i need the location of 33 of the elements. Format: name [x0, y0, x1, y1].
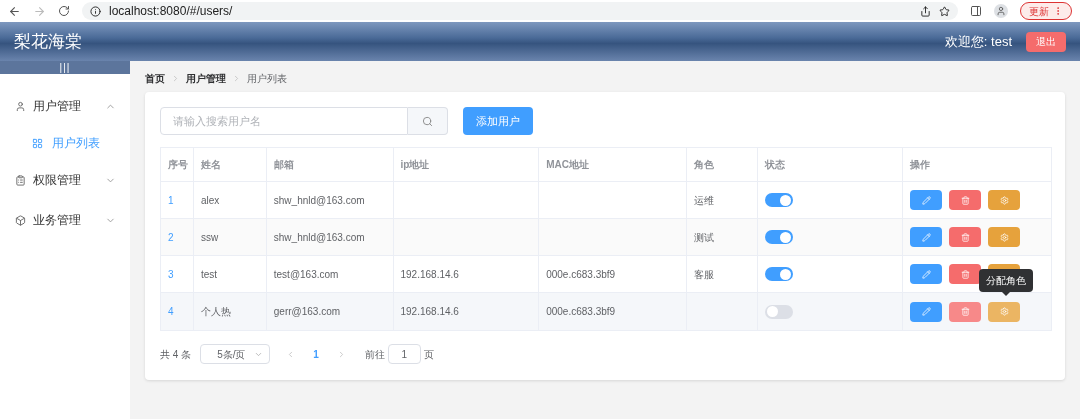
- table-cell-text: 测试: [693, 230, 714, 245]
- table-cell-text: 客服: [693, 267, 714, 282]
- table-cell-text: alex: [200, 193, 220, 208]
- table-cell-text: 个人热: [200, 305, 231, 319]
- welcome-text: 欢迎您: test: [944, 32, 1012, 51]
- table-cell-text: 000e.c683.3bf9: [546, 267, 616, 282]
- table-cell-text: shw_hnld@163.com: [273, 230, 365, 245]
- table-cell-text: 000e.c683.3bf9: [546, 305, 616, 319]
- goto-suffix: 页: [423, 347, 434, 362]
- column-header: ip地址: [400, 158, 430, 172]
- column-header: 操作: [910, 158, 931, 172]
- table-cell-text: 4: [168, 305, 174, 319]
- column-header: 序号: [168, 158, 188, 172]
- table-cell-text: shw_hnld@163.com: [273, 193, 365, 208]
- column-header: 姓名: [200, 158, 221, 172]
- table-cell-text: 192.168.14.6: [400, 305, 459, 319]
- table-cell-text: test: [200, 267, 218, 282]
- table-cell-text: 运维: [693, 193, 714, 208]
- table-cell-text: 1: [168, 193, 174, 208]
- column-header: 状态: [764, 158, 785, 172]
- table-cell-text: 3: [168, 267, 174, 282]
- column-header: MAC地址: [546, 158, 589, 172]
- total-count: 共 4 条: [160, 347, 192, 362]
- table-cell-text: gerr@163.com: [273, 305, 341, 319]
- table-cell-text: 192.168.14.6: [400, 267, 459, 282]
- column-header: 角色: [693, 158, 714, 172]
- table-cell-text: 2: [168, 230, 174, 245]
- table-cell-text: test@163.com: [273, 267, 339, 282]
- breadcrumb-item: 用户列表: [247, 71, 287, 86]
- app-title: 梨花海棠: [14, 30, 83, 53]
- goto-label: 前往: [364, 347, 385, 362]
- table-cell-text: ssw: [200, 230, 219, 245]
- column-header: 邮箱: [273, 158, 294, 172]
